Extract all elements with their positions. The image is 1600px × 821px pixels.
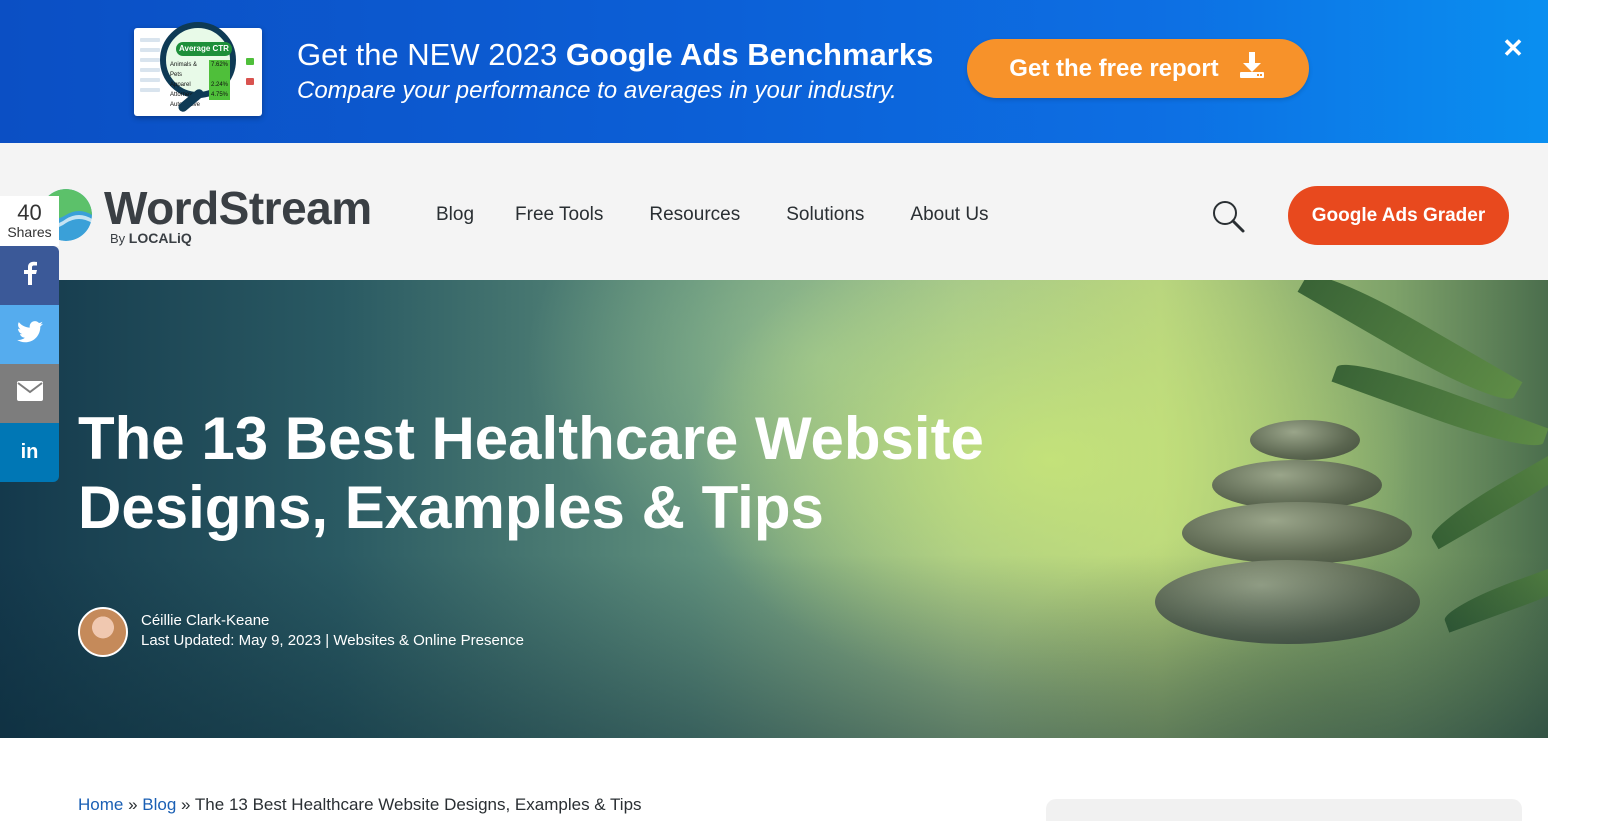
linkedin-icon: in: [20, 441, 39, 463]
breadcrumb-separator: »: [128, 795, 143, 814]
logo-brand-text: LOCALiQ: [128, 230, 192, 246]
last-updated-label: Last Updated:: [141, 632, 239, 649]
preview-row: [140, 58, 160, 62]
article-title-line2: Designs, Examples & Tips: [78, 474, 824, 541]
search-icon[interactable]: [1210, 198, 1246, 234]
article-title: The 13 Best Healthcare Website Designs, …: [78, 404, 1078, 542]
promo-headline: Get the NEW 2023 Google Ads Benchmarks: [297, 36, 933, 74]
preview-row: [140, 78, 160, 82]
last-updated-date: May 9, 2023: [238, 632, 322, 649]
promo-subline: Compare your performance to averages in …: [297, 77, 897, 104]
article-hero: The 13 Best Healthcare Website Designs, …: [0, 280, 1548, 738]
breadcrumb-home[interactable]: Home: [78, 795, 123, 814]
share-twitter-button[interactable]: [0, 305, 59, 364]
preview-bar: [246, 78, 254, 85]
author-avatar[interactable]: [78, 607, 128, 657]
share-count-number: 40: [17, 200, 42, 225]
breadcrumb-current: The 13 Best Healthcare Website Designs, …: [194, 795, 642, 814]
logo-by-text: By: [110, 231, 126, 246]
article-title-line1: The 13 Best Healthcare Website: [78, 405, 984, 472]
breadcrumb: Home » Blog » The 13 Best Healthcare Web…: [78, 795, 642, 815]
magnifier-icon: Average CTR Animals & Pets 7.62% Apparel 2…: [160, 22, 236, 114]
lens-row-value: 7.62%: [208, 60, 230, 80]
share-facebook-button[interactable]: [0, 246, 59, 305]
wordstream-logo[interactable]: WordStream By LOCALiQ: [40, 183, 400, 249]
promo-banner: Average CTR Animals & Pets 7.62% Apparel 2…: [0, 0, 1548, 143]
share-count: 40 Shares: [0, 196, 59, 246]
facebook-icon: [23, 261, 37, 290]
category-link[interactable]: Websites & Online Presence: [333, 632, 524, 649]
article-meta: Last Updated: May 9, 2023 | Websites & O…: [141, 631, 524, 651]
preview-row: [140, 88, 160, 92]
lens-rows: Animals & Pets 7.62% Apparel 2.24% Attorne…: [170, 60, 230, 110]
meta-separator: |: [321, 632, 334, 649]
close-banner-icon[interactable]: ✕: [1501, 35, 1525, 61]
breadcrumb-separator: »: [181, 795, 195, 814]
sidebar-card: [1046, 799, 1522, 821]
nav-item-blog[interactable]: Blog: [436, 201, 474, 229]
nav-item-resources[interactable]: Resources: [649, 201, 740, 229]
download-icon: [1237, 50, 1267, 87]
lens-row-value: 2.24%: [208, 80, 230, 90]
share-count-label: Shares: [7, 224, 52, 240]
email-icon: [16, 381, 43, 406]
lens-row-value: 4.75%: [208, 90, 230, 100]
preview-row: [140, 68, 160, 72]
share-linkedin-button[interactable]: in: [0, 423, 59, 482]
share-sidebar: 40 Shares in: [0, 196, 59, 482]
google-ads-grader-button[interactable]: Google Ads Grader: [1288, 186, 1509, 245]
get-free-report-label: Get the free report: [1009, 54, 1219, 82]
preview-row: [140, 48, 160, 52]
get-free-report-button[interactable]: Get the free report: [967, 39, 1309, 98]
nav-item-about-us[interactable]: About Us: [910, 201, 988, 229]
nav-item-solutions[interactable]: Solutions: [786, 201, 864, 229]
lens-badge: Average CTR: [176, 42, 232, 56]
breadcrumb-blog[interactable]: Blog: [142, 795, 176, 814]
preview-row: [140, 38, 160, 42]
main-nav: Blog Free Tools Resources Solutions Abou…: [436, 201, 989, 229]
nav-item-free-tools[interactable]: Free Tools: [515, 201, 603, 229]
promo-headline-bold: Google Ads Benchmarks: [565, 37, 934, 72]
logo-wordmark: WordStream: [104, 182, 372, 234]
twitter-icon: [16, 321, 43, 348]
promo-headline-text: Get the NEW 2023: [297, 37, 566, 72]
author-name[interactable]: Céillie Clark-Keane: [141, 611, 269, 631]
lens-row-label: Animals & Pets: [170, 62, 198, 78]
preview-bar: [246, 58, 254, 65]
share-email-button[interactable]: [0, 364, 59, 423]
benchmark-report-thumbnail: Average CTR Animals & Pets 7.62% Apparel 2…: [134, 22, 264, 122]
site-header: WordStream By LOCALiQ Blog Free Tools Re…: [0, 143, 1548, 280]
logo-byline: By LOCALiQ: [110, 230, 192, 246]
lens-row-label: Apparel: [170, 82, 191, 88]
